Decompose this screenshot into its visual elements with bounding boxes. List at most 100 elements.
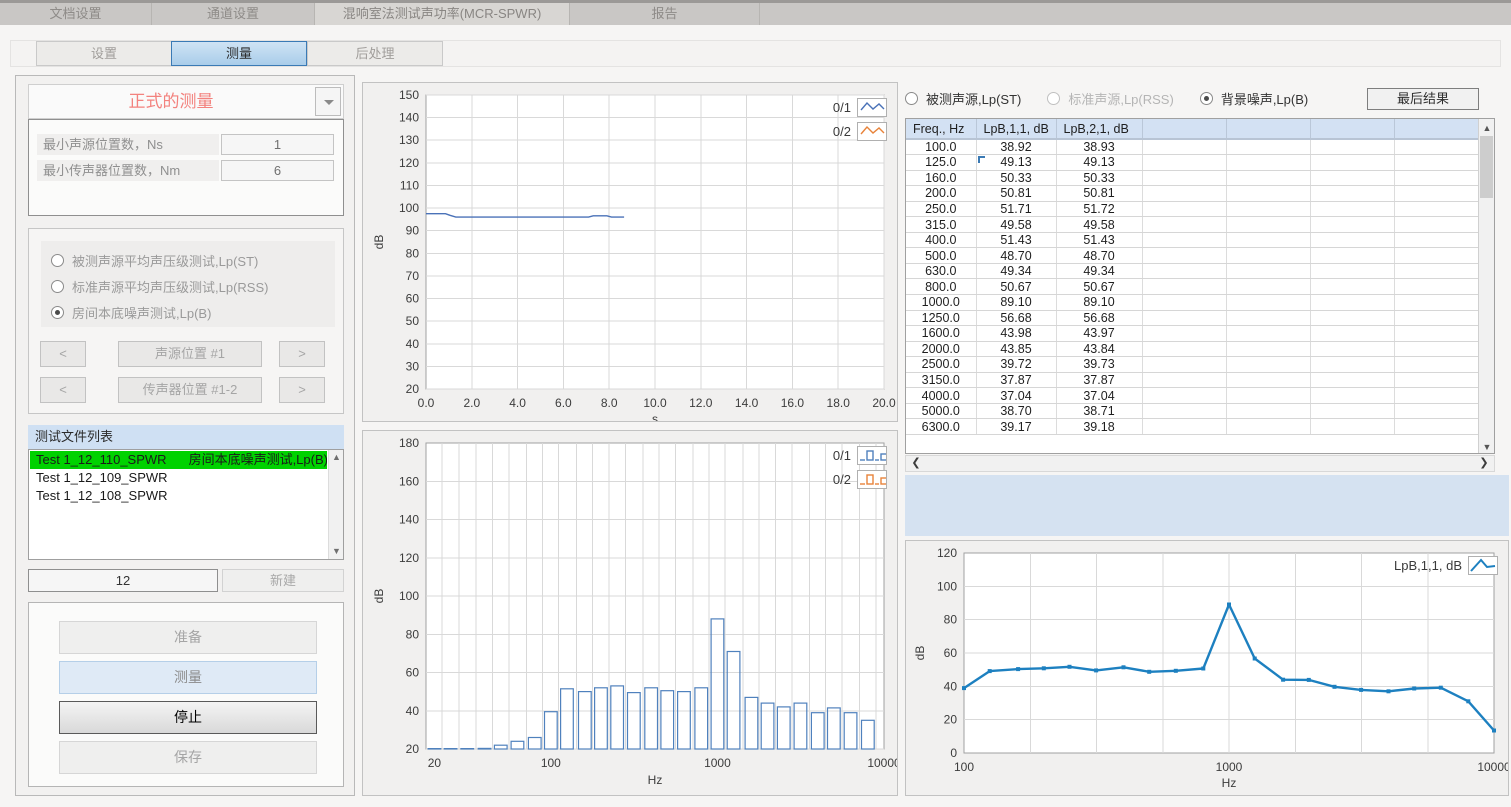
- svg-text:30: 30: [406, 359, 420, 373]
- table-row[interactable]: 800.050.6750.67: [906, 279, 1479, 295]
- radio-label: 标准声源平均声压级测试,Lp(RSS): [72, 277, 268, 296]
- file-list-item[interactable]: Test 1_12_108_SPWR: [30, 487, 327, 505]
- table-row[interactable]: 5000.038.7038.71: [906, 403, 1479, 419]
- table-row[interactable]: 1600.043.9843.97: [906, 326, 1479, 342]
- measure-button[interactable]: 测量: [59, 661, 317, 694]
- mic-next-button[interactable]: >: [279, 377, 325, 403]
- mic-prev-button[interactable]: <: [40, 377, 86, 403]
- table-row[interactable]: 160.050.3350.33: [906, 170, 1479, 186]
- table-cell: [1142, 170, 1226, 186]
- params-box: 最小声源位置数，Ns1最小传声器位置数，Nm6: [28, 119, 344, 216]
- scroll-up-icon[interactable]: ▲: [329, 450, 344, 465]
- svg-text:40: 40: [406, 704, 420, 718]
- result-table-grid: Freq., HzLpB,1,1, dBLpB,2,1, dB 100.038.…: [906, 119, 1480, 435]
- table-cell: [1142, 341, 1226, 357]
- scroll-down-icon[interactable]: ▼: [329, 544, 344, 559]
- legend-label: 0/2: [833, 124, 851, 139]
- file-list-item[interactable]: Test 1_12_110_SPWR房间本底噪声测试,Lp(B): [30, 451, 327, 469]
- subtab-settings[interactable]: 设置: [36, 41, 172, 66]
- table-row[interactable]: 400.051.4351.43: [906, 232, 1479, 248]
- table-cell: [1226, 186, 1310, 202]
- tab-mcr-spwr[interactable]: 混响室法测试声功率(MCR-SPWR): [315, 3, 570, 25]
- table-row[interactable]: 4000.037.0437.04: [906, 388, 1479, 404]
- chevron-down-icon[interactable]: [315, 87, 341, 116]
- table-row[interactable]: 2000.043.8543.84: [906, 341, 1479, 357]
- source-next-button[interactable]: >: [279, 341, 325, 367]
- table-row[interactable]: 630.049.3449.34: [906, 263, 1479, 279]
- file-name: Test 1_12_108_SPWR: [36, 488, 168, 503]
- table-row[interactable]: 1250.056.6856.68: [906, 310, 1479, 326]
- table-cell: [1142, 419, 1226, 435]
- table-cell: [1310, 155, 1394, 171]
- table-cell: 200.0: [906, 186, 976, 202]
- table-row[interactable]: 200.050.8150.81: [906, 186, 1479, 202]
- result-table[interactable]: Freq., HzLpB,1,1, dBLpB,2,1, dB 100.038.…: [905, 118, 1495, 454]
- subtab-measure[interactable]: 测量: [171, 41, 307, 66]
- table-cell: 51.72: [1056, 201, 1142, 217]
- table-row[interactable]: 3150.037.8737.87: [906, 372, 1479, 388]
- mic-position-button[interactable]: 传声器位置 #1-2: [118, 377, 262, 403]
- test-type-radio-1[interactable]: 标准声源平均声压级测试,Lp(RSS): [51, 276, 268, 296]
- test-type-radio-0[interactable]: 被测声源平均声压级测试,Lp(ST): [51, 250, 258, 270]
- svg-text:0.0: 0.0: [418, 396, 435, 410]
- st-radio[interactable]: 被测声源,Lp(ST): [905, 89, 1021, 108]
- table-cell: 56.68: [1056, 310, 1142, 326]
- tab-channel[interactable]: 通道设置: [152, 3, 315, 25]
- table-row[interactable]: 2500.039.7239.73: [906, 357, 1479, 373]
- table-row[interactable]: 250.051.7151.72: [906, 201, 1479, 217]
- rss-radio[interactable]: 标准声源,Lp(RSS): [1047, 89, 1173, 108]
- ns-input[interactable]: 1: [221, 134, 334, 155]
- table-row[interactable]: 1000.089.1089.10: [906, 294, 1479, 310]
- stop-button[interactable]: 停止: [59, 701, 317, 734]
- table-horizontal-scrollbar[interactable]: ❮ ❯: [905, 455, 1495, 472]
- table-row[interactable]: 6300.039.1739.18: [906, 419, 1479, 435]
- legend-entry-0-2[interactable]: 0/2: [833, 119, 887, 143]
- measurement-mode-select[interactable]: 正式的测量: [28, 84, 344, 119]
- nm-input[interactable]: 6: [221, 160, 334, 181]
- test-type-radio-2[interactable]: 房间本底噪声测试,Lp(B): [51, 302, 211, 322]
- legend-entry-lpb[interactable]: LpB,1,1, dB: [1394, 553, 1498, 577]
- time-history-chart: 20304050607080901001101201301401500.02.0…: [362, 82, 898, 422]
- tab-report[interactable]: 报告: [570, 3, 760, 25]
- tab-document[interactable]: 文档设置: [0, 3, 152, 25]
- scrollbar-thumb[interactable]: [1480, 136, 1493, 198]
- table-cell: 100.0: [906, 139, 976, 155]
- new-file-button[interactable]: 新建: [222, 569, 344, 592]
- table-row[interactable]: 315.049.5849.58: [906, 217, 1479, 233]
- file-count-button[interactable]: 12: [28, 569, 218, 592]
- table-cell: 5000.0: [906, 403, 976, 419]
- table-cell: [1394, 279, 1479, 295]
- background-radio[interactable]: 背景噪声,Lp(B): [1200, 89, 1308, 108]
- table-row[interactable]: 500.048.7048.70: [906, 248, 1479, 264]
- table-vertical-scrollbar[interactable]: ▲ ▼: [1478, 119, 1494, 453]
- radio-label: 背景噪声,Lp(B): [1221, 89, 1308, 108]
- file-list[interactable]: Test 1_12_110_SPWR房间本底噪声测试,Lp(B)Test 1_1…: [28, 449, 344, 560]
- table-cell: [1394, 186, 1479, 202]
- table-cell: 43.84: [1056, 341, 1142, 357]
- table-row[interactable]: 125.049.1349.13: [906, 155, 1479, 171]
- table-cell: 38.71: [1056, 403, 1142, 419]
- legend-entry-0-1[interactable]: 0/1: [833, 95, 887, 119]
- legend-entry-0-1[interactable]: 0/1: [833, 443, 887, 467]
- subtab-post[interactable]: 后处理: [307, 41, 443, 66]
- save-button[interactable]: 保存: [59, 741, 317, 774]
- prepare-button[interactable]: 准备: [59, 621, 317, 654]
- source-position-button[interactable]: 声源位置 #1: [118, 341, 262, 367]
- subtab-strip: 设置测量后处理: [10, 40, 1501, 67]
- svg-text:80: 80: [406, 627, 420, 641]
- table-row[interactable]: 100.038.9238.93: [906, 139, 1479, 155]
- table-cell: 400.0: [906, 232, 976, 248]
- scroll-down-icon[interactable]: ▼: [1479, 438, 1495, 453]
- scroll-right-icon[interactable]: ❯: [1476, 456, 1492, 471]
- legend-entry-0-2[interactable]: 0/2: [833, 467, 887, 491]
- scroll-left-icon[interactable]: ❮: [908, 456, 924, 471]
- result-chart-svg: 020406080100120100100010000HzdB: [906, 541, 1508, 798]
- scroll-up-icon[interactable]: ▲: [1479, 119, 1495, 134]
- file-list-scrollbar[interactable]: ▲ ▼: [328, 450, 343, 559]
- file-list-item[interactable]: Test 1_12_109_SPWR: [30, 469, 327, 487]
- last-result-button[interactable]: 最后结果: [1367, 88, 1479, 110]
- table-cell: [1310, 186, 1394, 202]
- table-cell: [1226, 232, 1310, 248]
- svg-text:60: 60: [944, 646, 958, 660]
- source-prev-button[interactable]: <: [40, 341, 86, 367]
